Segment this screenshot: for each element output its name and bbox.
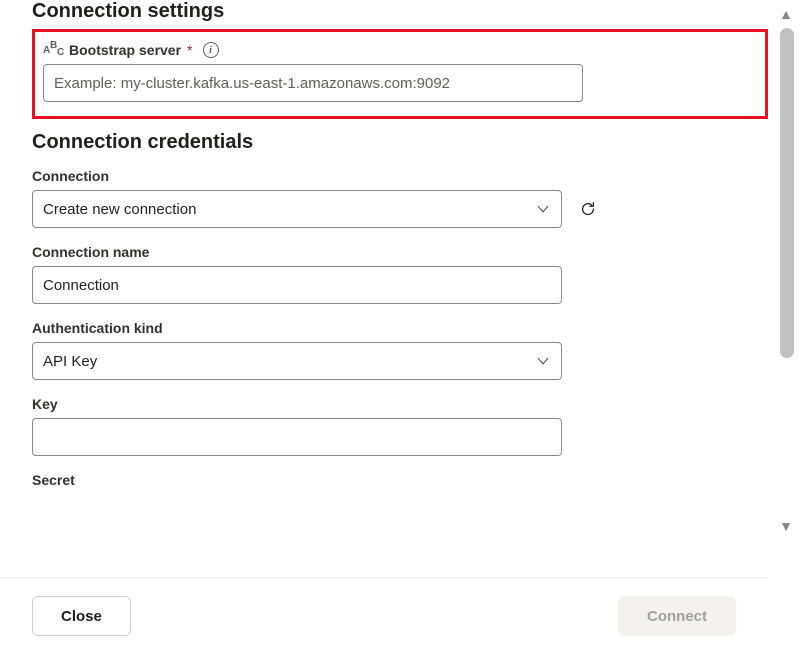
connection-select-row: Create new connection [32,190,768,228]
info-icon[interactable]: i [203,42,219,58]
connection-label: Connection [32,168,768,184]
main-panel: Connection settings ABC Bootstrap server… [0,0,800,545]
close-button[interactable]: Close [32,596,131,636]
close-button-label: Close [61,608,102,625]
key-input[interactable] [32,418,562,456]
connect-button[interactable]: Connect [618,596,736,636]
text-type-icon: ABC [43,43,63,57]
secret-field-group: Secret [32,472,768,488]
scrollbar[interactable]: ▲ ▼ [772,0,800,654]
footer: Close Connect [0,577,768,654]
auth-kind-select-wrapper: API Key [32,342,562,380]
scroll-thumb[interactable] [780,28,794,358]
connection-selected-text: Create new connection [43,201,196,218]
key-label: Key [32,396,768,412]
connection-dropdown[interactable]: Create new connection [32,190,562,228]
bootstrap-highlight-box: ABC Bootstrap server * i [32,29,768,119]
bootstrap-server-label: ABC Bootstrap server * i [43,42,757,58]
connection-name-field-group: Connection name [32,244,768,304]
connection-credentials-heading: Connection credentials [32,131,768,154]
connection-field-group: Connection Create new connection [32,168,768,228]
scroll-up-icon[interactable]: ▲ [779,6,793,22]
auth-kind-label: Authentication kind [32,320,768,336]
bootstrap-label-text: Bootstrap server [69,42,181,58]
bootstrap-server-input[interactable] [43,64,583,102]
connection-select-wrapper: Create new connection [32,190,562,228]
secret-label: Secret [32,472,768,488]
key-field-group: Key [32,396,768,456]
auth-kind-field-group: Authentication kind API Key [32,320,768,380]
connection-settings-heading: Connection settings [32,0,768,23]
scroll-down-icon[interactable]: ▼ [779,518,793,534]
required-asterisk: * [187,42,192,58]
auth-kind-dropdown[interactable]: API Key [32,342,562,380]
connection-name-input[interactable] [32,266,562,304]
connection-name-label: Connection name [32,244,768,260]
connect-button-label: Connect [647,608,707,625]
refresh-icon[interactable] [578,199,598,219]
auth-kind-selected-text: API Key [43,353,97,370]
